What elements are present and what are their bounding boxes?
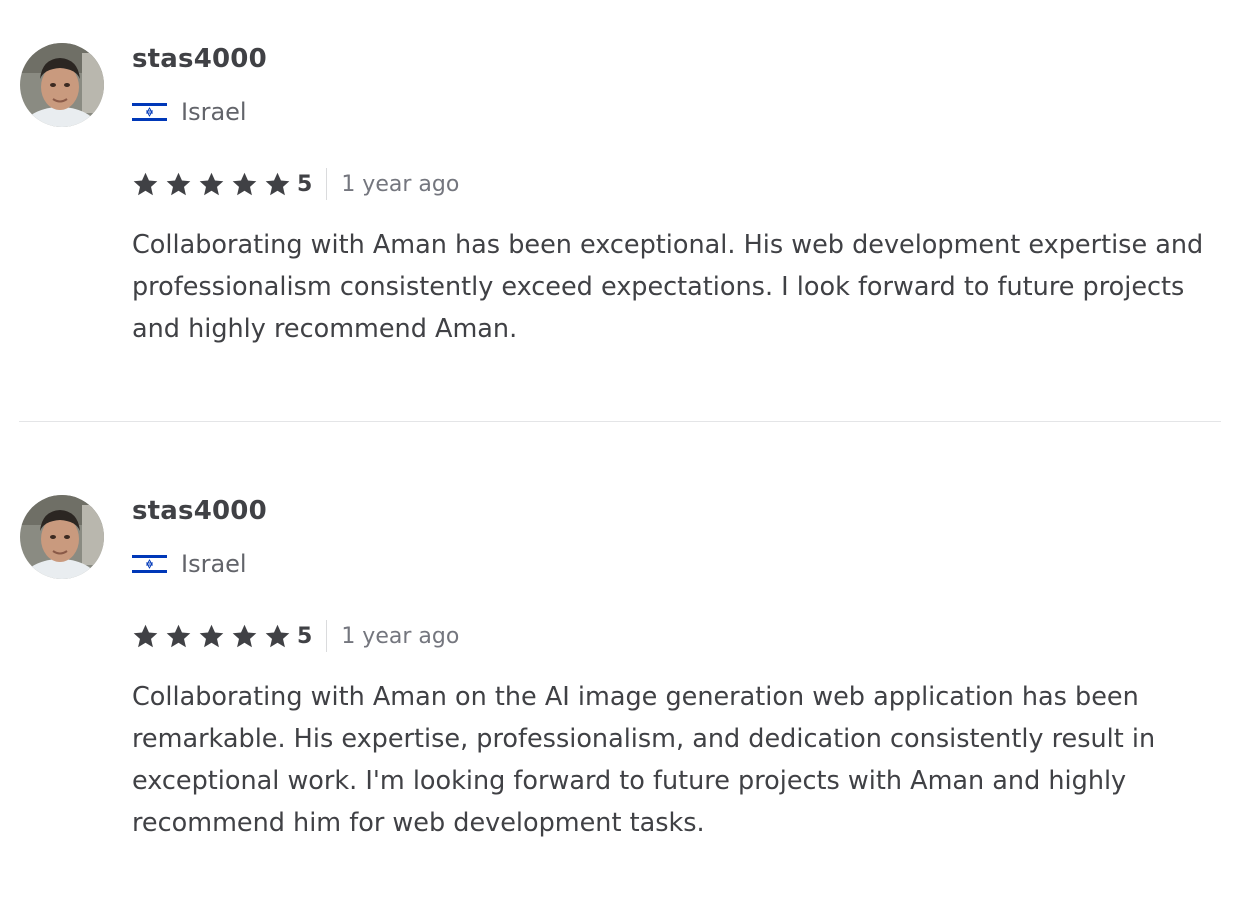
review-time: 1 year ago <box>341 171 460 197</box>
star-icon <box>232 624 257 647</box>
rating-divider <box>326 620 328 652</box>
star-rating <box>132 623 297 650</box>
star-icon <box>199 172 224 195</box>
star-rating <box>132 171 297 198</box>
country-name: Israel <box>181 550 247 578</box>
review-text: Collaborating with Aman on the AI image … <box>132 682 1156 838</box>
avatar-image <box>20 495 104 579</box>
reviewer-username[interactable]: stas4000 <box>132 44 267 74</box>
rating-row: 5 1 year ago <box>132 618 459 654</box>
star-icon <box>166 624 191 647</box>
country-name: Israel <box>181 98 247 126</box>
review-text: Collaborating with Aman has been excepti… <box>132 230 1204 344</box>
avatar[interactable] <box>20 43 104 127</box>
israel-flag-icon <box>132 101 167 123</box>
reviewer-username[interactable]: stas4000 <box>132 496 267 526</box>
review-divider <box>19 421 1221 422</box>
star-icon <box>199 624 224 647</box>
rating-divider <box>326 168 328 200</box>
rating-value: 5 <box>297 623 313 649</box>
star-icon <box>166 172 191 195</box>
rating-value: 5 <box>297 171 313 197</box>
rating-row: 5 1 year ago <box>132 166 459 202</box>
review-time: 1 year ago <box>341 623 460 649</box>
star-icon <box>133 624 158 647</box>
israel-flag-icon <box>132 553 167 575</box>
star-icon <box>232 172 257 195</box>
star-icon <box>265 624 290 647</box>
avatar-image <box>20 43 104 127</box>
star-icon <box>265 172 290 195</box>
reviewer-country: Israel <box>132 550 247 578</box>
reviewer-country: Israel <box>132 98 247 126</box>
star-icon <box>133 172 158 195</box>
avatar[interactable] <box>20 495 104 579</box>
